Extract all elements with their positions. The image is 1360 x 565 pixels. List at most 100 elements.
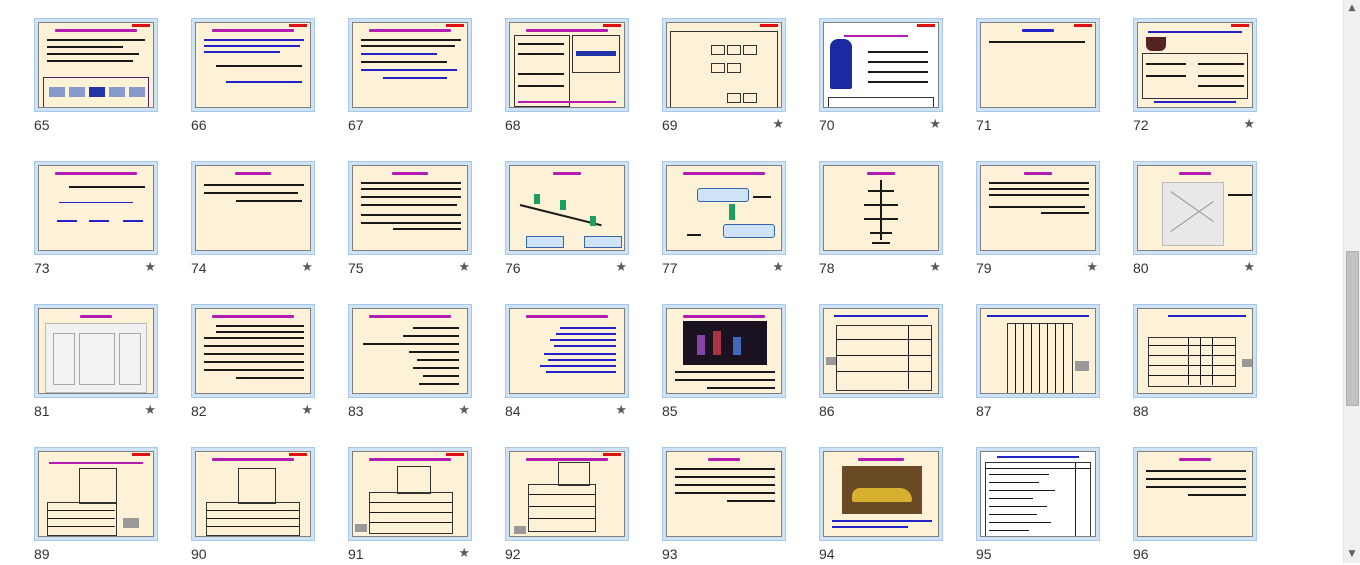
slide-preview — [505, 161, 629, 255]
slide-preview — [348, 304, 472, 398]
slide-preview — [191, 447, 315, 541]
slide-preview — [662, 447, 786, 541]
star-icon: ★ — [1243, 117, 1255, 132]
slide-number: 65 — [34, 117, 50, 133]
slide-thumbnail[interactable]: 67 — [348, 18, 476, 136]
slide-preview — [662, 161, 786, 255]
star-icon: ★ — [1243, 260, 1255, 275]
slide-preview — [348, 18, 472, 112]
slide-number: 80 — [1133, 260, 1149, 276]
slide-preview — [662, 304, 786, 398]
slide-number: 81 — [34, 403, 50, 419]
slide-number: 68 — [505, 117, 521, 133]
slide-thumbnail[interactable]: 95 — [976, 447, 1104, 565]
slide-number: 78 — [819, 260, 835, 276]
slide-preview — [34, 18, 158, 112]
slide-thumbnail[interactable]: 93 — [662, 447, 790, 565]
slide-thumbnail[interactable]: 77 ★ — [662, 161, 790, 279]
slide-number: 85 — [662, 403, 678, 419]
slide-thumbnail[interactable]: 91 ★ — [348, 447, 476, 565]
slide-thumbnail[interactable]: 71 — [976, 18, 1104, 136]
slide-preview — [505, 304, 629, 398]
slide-preview — [819, 447, 943, 541]
slide-number: 73 — [34, 260, 50, 276]
slide-number: 93 — [662, 546, 678, 562]
slide-thumbnail[interactable]: 68 — [505, 18, 633, 136]
slide-preview — [505, 18, 629, 112]
star-icon: ★ — [772, 260, 784, 275]
slide-thumbnail[interactable]: 75 ★ — [348, 161, 476, 279]
slide-preview — [505, 447, 629, 541]
star-icon: ★ — [144, 403, 156, 418]
slide-thumbnail[interactable]: 70 ★ — [819, 18, 947, 136]
slide-number: 72 — [1133, 117, 1149, 133]
slide-number: 70 — [819, 117, 835, 133]
slide-thumbnail[interactable]: 90 — [191, 447, 319, 565]
slide-preview — [662, 18, 786, 112]
slide-preview — [976, 447, 1100, 541]
slide-thumbnail[interactable]: 84 ★ — [505, 304, 633, 422]
slide-preview — [348, 447, 472, 541]
slide-thumbnail[interactable]: 76 ★ — [505, 161, 633, 279]
slide-thumbnail[interactable]: 88 — [1133, 304, 1261, 422]
star-icon: ★ — [772, 117, 784, 132]
slide-thumbnail[interactable]: 92 — [505, 447, 633, 565]
star-icon: ★ — [458, 546, 470, 561]
slide-thumbnail[interactable]: 89 — [34, 447, 162, 565]
slide-thumbnail[interactable]: 65 — [34, 18, 162, 136]
slide-preview — [976, 304, 1100, 398]
slide-thumbnail[interactable]: 82 ★ — [191, 304, 319, 422]
slide-number: 69 — [662, 117, 678, 133]
slide-thumbnail[interactable]: 80 ★ — [1133, 161, 1261, 279]
slide-preview — [348, 161, 472, 255]
slide-thumbnail[interactable]: 74 ★ — [191, 161, 319, 279]
slide-preview — [819, 161, 943, 255]
slide-thumbnail[interactable]: 86 — [819, 304, 947, 422]
slide-number: 74 — [191, 260, 207, 276]
slide-sorter-view: 65 66 67 68 69 ★ 70 ★ 71 72 ★ 73 ★ 74 ★ … — [0, 0, 1343, 563]
scroll-down-icon[interactable]: ▼ — [1344, 546, 1360, 563]
slide-number: 71 — [976, 117, 992, 133]
slide-number: 96 — [1133, 546, 1149, 562]
slide-thumbnail[interactable]: 81 ★ — [34, 304, 162, 422]
slide-thumbnail[interactable]: 73 ★ — [34, 161, 162, 279]
slide-number: 92 — [505, 546, 521, 562]
slide-number: 90 — [191, 546, 207, 562]
slide-preview — [191, 18, 315, 112]
star-icon: ★ — [929, 117, 941, 132]
star-icon: ★ — [1086, 260, 1098, 275]
slide-preview — [976, 18, 1100, 112]
star-icon: ★ — [301, 260, 313, 275]
scroll-up-icon[interactable]: ▲ — [1344, 0, 1360, 17]
slide-number: 82 — [191, 403, 207, 419]
slide-thumbnail[interactable]: 94 — [819, 447, 947, 565]
star-icon: ★ — [144, 260, 156, 275]
star-icon: ★ — [615, 403, 627, 418]
slide-thumbnail[interactable]: 96 — [1133, 447, 1261, 565]
slide-number: 89 — [34, 546, 50, 562]
slide-thumbnail[interactable]: 78 ★ — [819, 161, 947, 279]
slide-preview — [976, 161, 1100, 255]
slide-thumbnail[interactable]: 85 — [662, 304, 790, 422]
slide-preview — [34, 304, 158, 398]
slide-number: 66 — [191, 117, 207, 133]
star-icon: ★ — [458, 260, 470, 275]
slide-preview — [34, 447, 158, 541]
slide-number: 88 — [1133, 403, 1149, 419]
slide-preview — [191, 161, 315, 255]
slide-preview — [191, 304, 315, 398]
slide-thumbnail[interactable]: 66 — [191, 18, 319, 136]
slide-preview — [1133, 161, 1257, 255]
slide-number: 77 — [662, 260, 678, 276]
slide-thumbnail[interactable]: 72 ★ — [1133, 18, 1261, 136]
slide-thumbnail[interactable]: 87 — [976, 304, 1104, 422]
vertical-scrollbar[interactable]: ▲ ▼ — [1343, 0, 1360, 563]
slide-preview — [1133, 304, 1257, 398]
slide-number: 86 — [819, 403, 835, 419]
slide-preview — [819, 304, 943, 398]
slide-number: 91 — [348, 546, 364, 562]
slide-thumbnail[interactable]: 83 ★ — [348, 304, 476, 422]
slide-thumbnail[interactable]: 69 ★ — [662, 18, 790, 136]
slide-thumbnail[interactable]: 79 ★ — [976, 161, 1104, 279]
scrollbar-thumb[interactable] — [1346, 251, 1359, 406]
